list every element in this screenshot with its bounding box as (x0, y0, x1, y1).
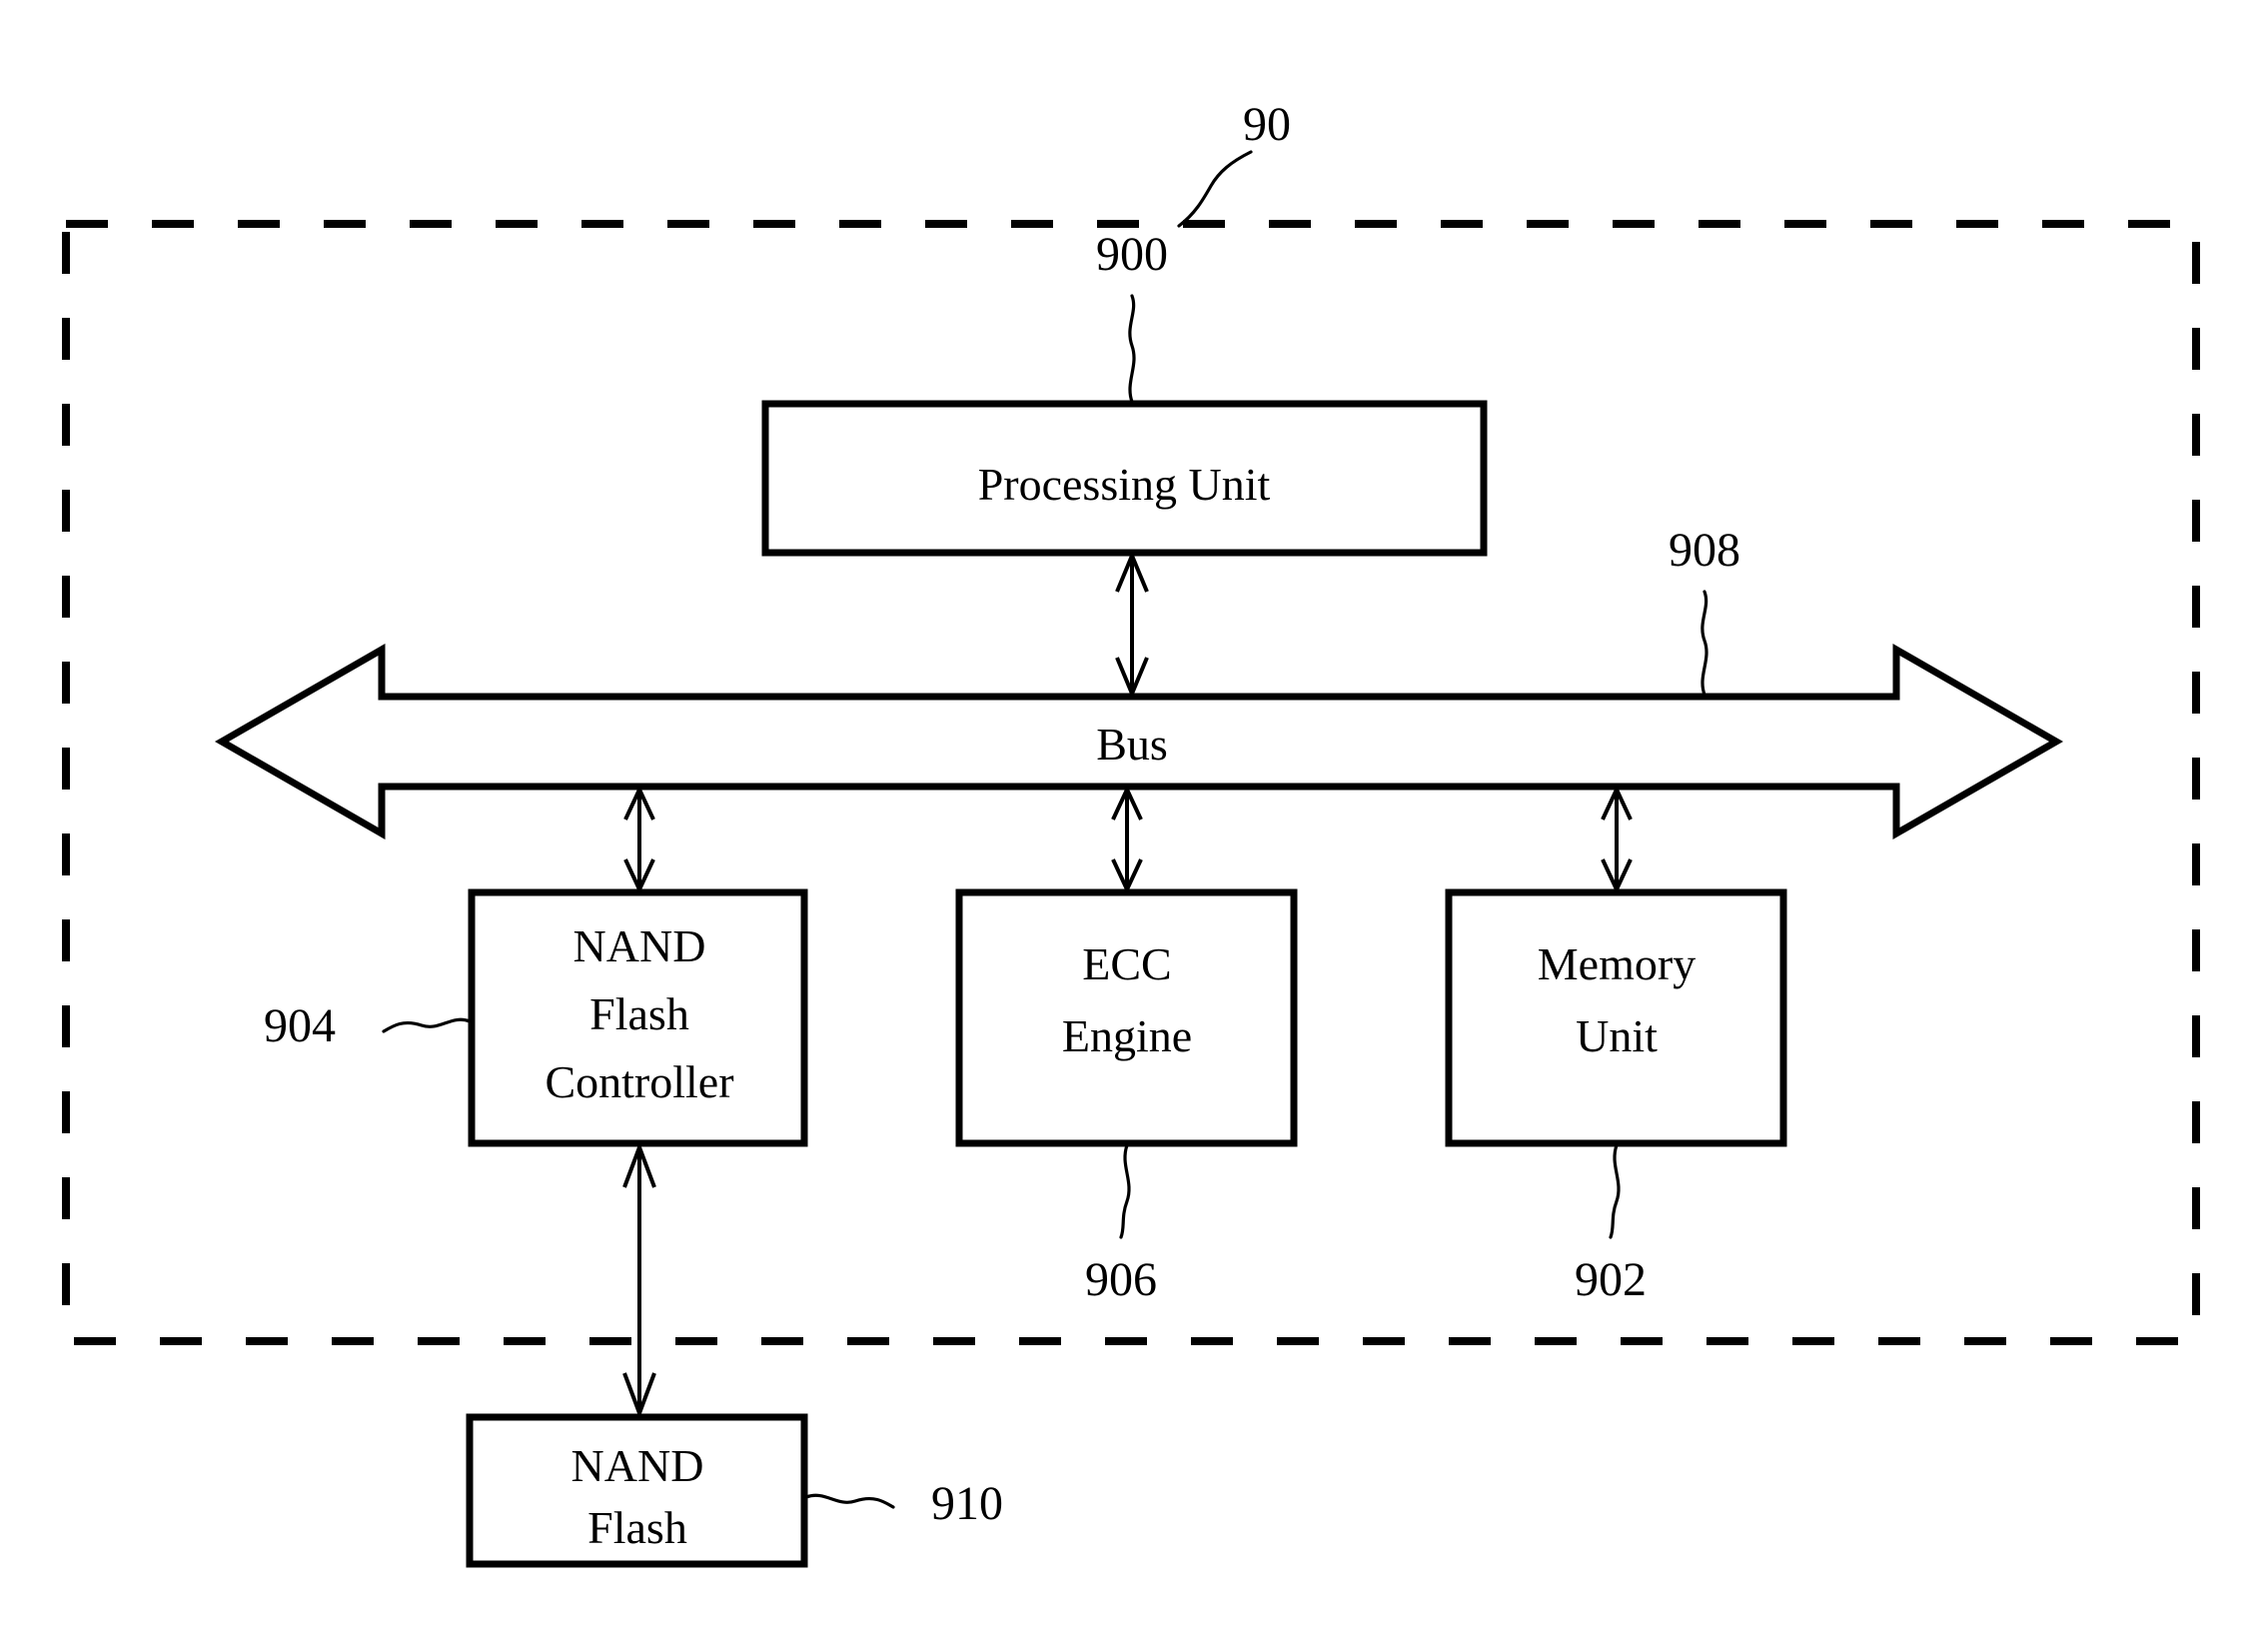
ref-number-906: 906 (1085, 1253, 1157, 1306)
block-diagram: 90 Processing Unit 900 Bus 908 NAND Flas… (62, 98, 2200, 1568)
bus-label: Bus (1096, 719, 1168, 770)
ref-number-902: 902 (1575, 1253, 1647, 1306)
processing-unit-label: Processing Unit (978, 459, 1271, 510)
memory-unit-label-line2: Unit (1576, 1010, 1658, 1061)
ref-leader-902 (1609, 1143, 1621, 1239)
nand-flash-label-line2: Flash (587, 1502, 687, 1553)
ref-leader-908 (1701, 590, 1708, 697)
ref-leader-910 (804, 1493, 895, 1509)
nand-flash-label-line1: NAND (571, 1440, 704, 1491)
ecc-engine-label-line2: Engine (1062, 1010, 1192, 1061)
ref-leader-906 (1119, 1143, 1131, 1239)
memory-unit-label-line1: Memory (1538, 938, 1696, 989)
ref-number-904: 904 (264, 999, 336, 1052)
ref-leader-900 (1128, 294, 1136, 404)
ref-number-90: 90 (1243, 98, 1291, 151)
nand-flash-controller-label-line1: NAND (573, 920, 706, 971)
nand-flash-controller-label-line2: Flash (589, 988, 689, 1039)
ref-leader-90 (1177, 150, 1253, 228)
figure-canvas: 90 Processing Unit 900 Bus 908 NAND Flas… (0, 0, 2268, 1642)
ref-number-908: 908 (1669, 524, 1740, 577)
ref-number-910: 910 (931, 1477, 1003, 1530)
nand-flash-controller-label-line3: Controller (545, 1056, 733, 1107)
ecc-engine-label-line1: ECC (1082, 938, 1171, 989)
ref-number-900: 900 (1096, 228, 1168, 281)
ref-leader-904 (382, 1017, 472, 1033)
